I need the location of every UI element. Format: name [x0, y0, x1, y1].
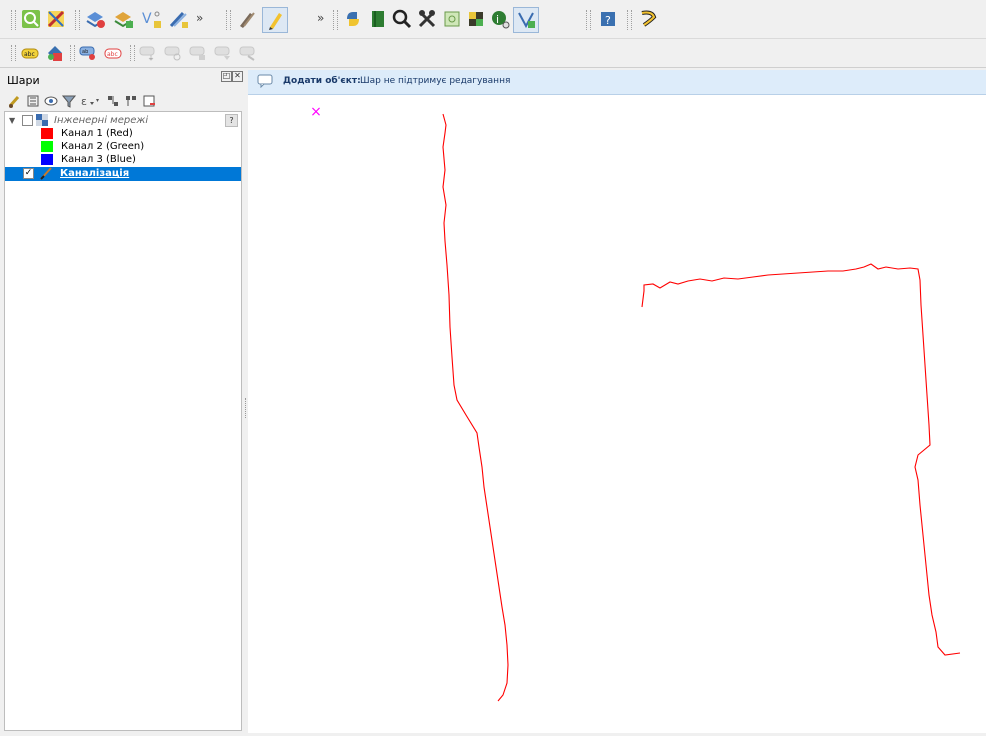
layer-tree: ▼ Інженерні мережі ? Канал 1 (Red) Канал… [4, 111, 242, 731]
toolbar-grip[interactable] [11, 45, 16, 61]
layers-panel: Шари ◰ ✕ ε ▼ Інженерні мережі ? Канал 1 … [0, 68, 244, 733]
group-visibility-checkbox[interactable] [22, 115, 33, 126]
dem-tools-icon[interactable] [465, 8, 487, 30]
toolbar-grip[interactable] [70, 45, 75, 61]
band-color-swatch [41, 141, 53, 152]
rotate-label-icon[interactable] [163, 43, 183, 63]
line-layer-icon [39, 167, 53, 184]
toolbar-overflow-button[interactable]: » [196, 11, 203, 25]
label-abc-icon[interactable]: abc [20, 43, 40, 63]
band-label: Канал 3 (Blue) [61, 154, 136, 165]
toolbar-grip[interactable] [333, 10, 338, 30]
message-title: Додати об'єкт: [283, 76, 361, 86]
map-tips-icon[interactable] [441, 8, 463, 30]
float-panel-button[interactable]: ◰ [221, 71, 232, 82]
toolbar-grip[interactable] [226, 10, 231, 30]
pin-label-icon[interactable]: ab [78, 43, 98, 63]
edit-pencil-icon[interactable] [236, 8, 258, 30]
new-layer-icon[interactable] [84, 8, 108, 30]
book-icon[interactable] [367, 8, 389, 30]
panel-title: Шари [7, 74, 40, 87]
collapse-all-icon[interactable] [123, 93, 139, 109]
visibility-eye-icon[interactable] [43, 93, 59, 109]
group-label: Інженерні мережі [54, 115, 149, 126]
identify-icon[interactable] [391, 8, 413, 30]
digitize-icon[interactable] [167, 8, 191, 30]
layer-visibility-checkbox[interactable]: ✓ [23, 168, 34, 179]
toggle-edit-icon[interactable] [262, 7, 288, 33]
layer-label: Каналізація [60, 168, 130, 179]
tools-icon[interactable] [416, 8, 438, 30]
vertex-tool-icon[interactable] [513, 7, 539, 33]
python-console-icon[interactable] [342, 8, 364, 30]
vector-tools-icon[interactable]: V [140, 8, 164, 30]
band-row[interactable]: Канал 3 (Blue) [5, 153, 241, 166]
band-row[interactable]: Канал 1 (Red) [5, 127, 241, 140]
style-brush-icon[interactable] [7, 93, 23, 109]
help-icon[interactable]: ? [597, 8, 619, 30]
change-label-icon[interactable] [188, 43, 208, 63]
svg-text:V: V [142, 11, 152, 27]
band-row[interactable]: Канал 2 (Green) [5, 140, 241, 153]
layers-toolbar: ε [0, 90, 243, 112]
identify-features-icon[interactable]: i [489, 8, 511, 30]
svg-text:ab: ab [82, 49, 88, 55]
svg-text:?: ? [605, 14, 611, 27]
label-options-icon[interactable] [238, 43, 258, 63]
svg-text:i: i [496, 13, 499, 26]
diagram-label-icon[interactable] [213, 43, 233, 63]
filter-icon[interactable] [61, 93, 77, 109]
add-group-icon[interactable] [25, 93, 41, 109]
add-layer-icon[interactable] [112, 8, 136, 30]
position-marker: × [310, 104, 322, 120]
band-label: Канал 2 (Green) [61, 141, 145, 152]
zoom-to-layer-icon[interactable] [20, 8, 42, 30]
message-bar: Додати об'єкт: Шар не підтримує редагува… [248, 70, 986, 95]
label-color-icon[interactable] [45, 43, 65, 63]
close-panel-button[interactable]: ✕ [232, 71, 243, 82]
layer-group-row[interactable]: ▼ Інженерні мережі ? [5, 114, 241, 127]
map-svg: × [310, 104, 961, 702]
expand-all-icon[interactable] [105, 93, 121, 109]
toolbar-grip[interactable] [586, 10, 591, 30]
message-text: Шар не підтримує редагування [360, 76, 511, 86]
sewer-line [641, 263, 961, 656]
plugin-icon[interactable] [637, 8, 659, 30]
missing-layer-badge[interactable]: ? [225, 114, 238, 127]
svg-text:abc: abc [24, 51, 35, 58]
svg-text:abc: abc [107, 51, 118, 58]
georeferencer-icon[interactable] [45, 8, 67, 30]
toolbar-grip[interactable] [130, 45, 135, 61]
toolbar-grip[interactable] [75, 10, 80, 30]
main-toolbar: V » » i ? [0, 0, 986, 39]
band-color-swatch [41, 154, 53, 165]
map-canvas[interactable]: × [248, 95, 986, 733]
toolbar-overflow-button[interactable]: » [317, 11, 324, 25]
toolbar-grip[interactable] [627, 10, 632, 30]
expression-filter-icon[interactable]: ε [79, 93, 103, 109]
chevron-down-icon[interactable]: ▼ [9, 114, 15, 127]
band-color-swatch [41, 128, 53, 139]
layer-row-selected[interactable]: ✓ Каналізація [5, 167, 241, 181]
label-toolbar: abc ab abc [0, 39, 986, 68]
message-info-icon [257, 74, 273, 91]
move-label-icon[interactable] [138, 43, 158, 63]
svg-text:ε: ε [81, 95, 87, 108]
sewer-line [442, 113, 509, 702]
toolbar-grip[interactable] [11, 10, 16, 30]
show-hide-label-icon[interactable]: abc [103, 43, 123, 63]
band-label: Канал 1 (Red) [61, 128, 133, 139]
remove-layer-icon[interactable] [141, 93, 157, 109]
